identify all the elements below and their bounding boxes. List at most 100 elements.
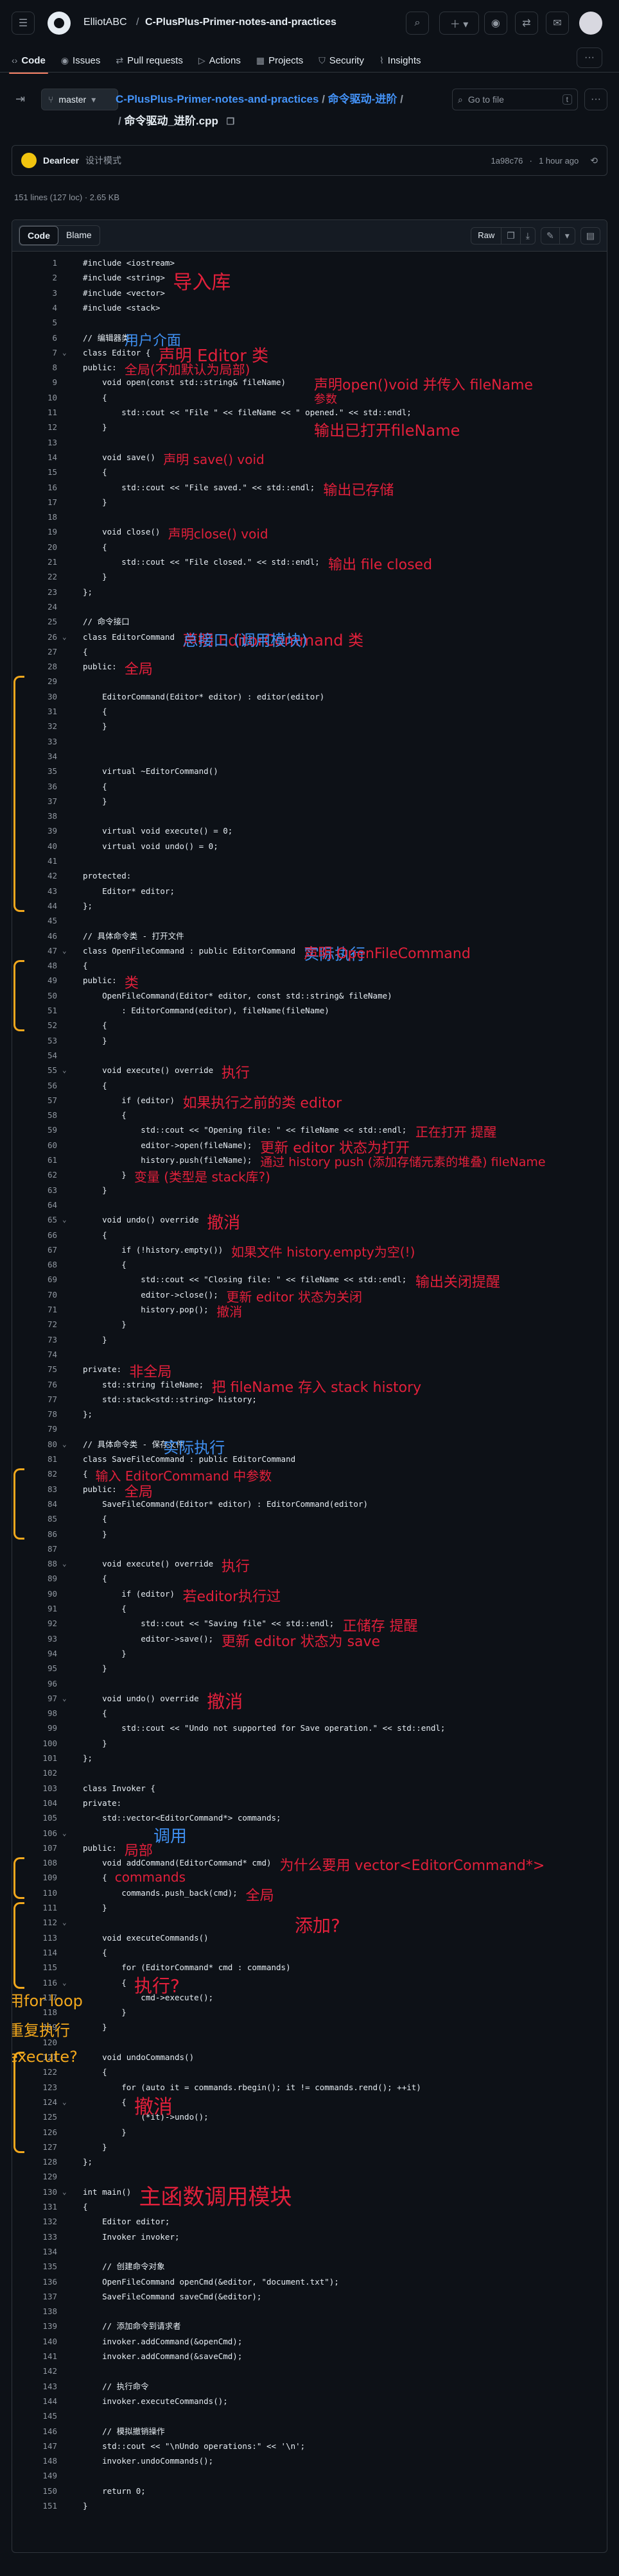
line-number[interactable]: 141 (12, 2351, 57, 2362)
avatar[interactable] (579, 12, 602, 35)
fold-chevron-icon[interactable]: ⌄ (62, 1917, 67, 1928)
line-number[interactable]: 138 (12, 2306, 57, 2317)
avatar[interactable] (21, 153, 37, 168)
line-number[interactable]: 91 (12, 1603, 57, 1615)
line-number[interactable]: 2 (12, 272, 57, 284)
line-number[interactable]: 134 (12, 2246, 57, 2258)
inbox-icon[interactable]: ✉ (546, 12, 569, 35)
tab-actions[interactable]: ▷ Actions (191, 49, 248, 72)
line-number[interactable]: 81 (12, 1454, 57, 1465)
line-number[interactable]: 149 (12, 2470, 57, 2482)
tab-security[interactable]: ⛉ Security (311, 49, 372, 72)
fold-chevron-icon[interactable]: ⌄ (62, 2097, 67, 2108)
line-number[interactable]: 73 (12, 1334, 57, 1346)
breadcrumb-dir[interactable]: 命令驱动-进阶 (328, 93, 397, 105)
line-number[interactable]: 20 (12, 542, 57, 553)
tab-issues[interactable]: ◉ Issues (53, 49, 109, 72)
line-number[interactable]: 102 (12, 1767, 57, 1779)
line-number[interactable]: 143 (12, 2381, 57, 2392)
fold-chevron-icon[interactable]: ⌄ (62, 1065, 67, 1076)
repo-owner-link[interactable]: ElliotABC (83, 17, 127, 28)
line-number[interactable]: 65 (12, 1214, 57, 1226)
line-number[interactable]: 89 (12, 1573, 57, 1584)
line-number[interactable]: 90 (12, 1588, 57, 1600)
line-number[interactable]: 136 (12, 2276, 57, 2288)
line-number[interactable]: 77 (12, 1394, 57, 1405)
fold-chevron-icon[interactable]: ⌄ (62, 1977, 67, 1989)
line-number[interactable]: 140 (12, 2336, 57, 2348)
fold-chevron-icon[interactable]: ⌄ (62, 347, 67, 359)
line-number[interactable]: 4 (12, 302, 57, 314)
line-number[interactable]: 96 (12, 1678, 57, 1690)
commit-author[interactable]: Dearlcer (43, 155, 79, 166)
line-number[interactable]: 79 (12, 1423, 57, 1435)
line-number[interactable]: 67 (12, 1244, 57, 1256)
tab-insights[interactable]: ⌇ Insights (372, 49, 429, 72)
line-number[interactable]: 63 (12, 1185, 57, 1196)
history-icon[interactable]: ⟲ (590, 155, 598, 166)
line-number[interactable]: 150 (12, 2486, 57, 2497)
line-number[interactable]: 151 (12, 2500, 57, 2512)
line-number[interactable]: 16 (12, 482, 57, 494)
line-number[interactable]: 8 (12, 362, 57, 374)
repo-name-link[interactable]: C-PlusPlus-Primer-notes-and-practices (145, 17, 336, 28)
line-number[interactable]: 139 (12, 2321, 57, 2332)
chevron-down-icon[interactable]: ▾ (559, 227, 575, 244)
commit-message[interactable]: 设计模式 (85, 154, 121, 167)
line-number[interactable]: 5 (12, 317, 57, 329)
line-number[interactable]: 17 (12, 497, 57, 508)
line-number[interactable]: 133 (12, 2231, 57, 2243)
github-logo-icon[interactable] (48, 12, 71, 35)
create-new-icon[interactable]: ＋ ▾ (439, 12, 479, 35)
line-number[interactable]: 88 (12, 1558, 57, 1570)
blame-view-button[interactable]: Blame (58, 226, 100, 245)
line-number[interactable]: 21 (12, 556, 57, 568)
fold-chevron-icon[interactable]: ⌄ (62, 2186, 67, 2198)
line-number[interactable]: 60 (12, 1140, 57, 1151)
fold-chevron-icon[interactable]: ⌄ (62, 631, 67, 643)
line-number[interactable]: 97 (12, 1693, 57, 1704)
line-number[interactable]: 12 (12, 422, 57, 433)
line-number[interactable]: 69 (12, 1274, 57, 1285)
line-number[interactable]: 23 (12, 587, 57, 598)
line-number[interactable]: 11 (12, 407, 57, 418)
line-number[interactable]: 103 (12, 1783, 57, 1794)
line-number[interactable]: 14 (12, 452, 57, 463)
copy-path-icon[interactable]: ❐ (227, 116, 235, 126)
tab-pull-requests[interactable]: ⇄ Pull requests (108, 49, 190, 72)
line-number[interactable]: 106 (12, 1828, 57, 1839)
raw-button[interactable]: Raw (471, 228, 501, 244)
copy-raw-icon[interactable]: ❐ (501, 227, 520, 244)
line-number[interactable]: 142 (12, 2366, 57, 2377)
line-number[interactable]: 6 (12, 332, 57, 344)
line-number[interactable]: 87 (12, 1543, 57, 1555)
line-number[interactable]: 137 (12, 2291, 57, 2303)
line-number[interactable]: 74 (12, 1349, 57, 1361)
line-number[interactable]: 80 (12, 1439, 57, 1450)
issues-icon[interactable]: ◉ (484, 12, 507, 35)
commit-hash[interactable]: 1a98c76 (491, 156, 523, 166)
line-number[interactable]: 78 (12, 1409, 57, 1420)
pull-requests-icon[interactable]: ⇄ (515, 12, 538, 35)
fold-chevron-icon[interactable]: ⌄ (62, 945, 67, 957)
line-number[interactable]: 19 (12, 526, 57, 538)
fold-chevron-icon[interactable]: ⌄ (62, 1558, 67, 1570)
line-number[interactable]: 144 (12, 2396, 57, 2407)
line-number[interactable]: 27 (12, 646, 57, 658)
line-number[interactable]: 1 (12, 257, 57, 269)
line-number[interactable]: 99 (12, 1722, 57, 1734)
line-number[interactable]: 59 (12, 1124, 57, 1136)
line-number[interactable]: 7 (12, 347, 57, 359)
line-number[interactable]: 22 (12, 571, 57, 583)
line-number[interactable]: 61 (12, 1155, 57, 1166)
line-number[interactable]: 55 (12, 1065, 57, 1076)
line-number[interactable]: 18 (12, 511, 57, 523)
line-number[interactable]: 72 (12, 1319, 57, 1330)
fold-chevron-icon[interactable]: ⌄ (62, 1693, 67, 1704)
line-number[interactable]: 145 (12, 2410, 57, 2422)
line-number[interactable]: 95 (12, 1663, 57, 1674)
fold-chevron-icon[interactable]: ⌄ (62, 1214, 67, 1226)
line-number[interactable]: 70 (12, 1289, 57, 1301)
line-number[interactable]: 46 (12, 931, 57, 942)
search-icon[interactable]: ⌕ (406, 12, 429, 35)
